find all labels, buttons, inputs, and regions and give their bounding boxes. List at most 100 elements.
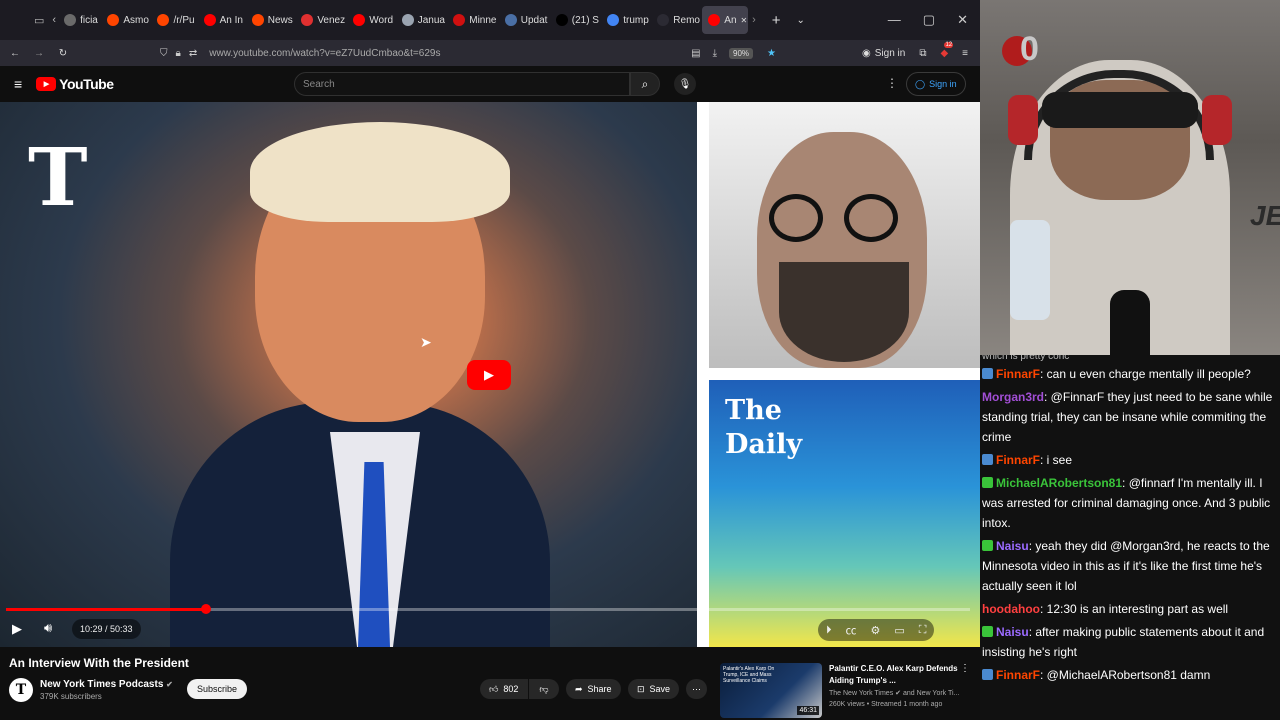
channel-name[interactable]: New York Times Podcasts ✔ <box>40 679 173 690</box>
browser-tab[interactable]: ficia <box>58 6 99 34</box>
forward-icon[interactable]: → <box>30 48 48 59</box>
browser-tab[interactable]: An ✕ <box>702 6 749 34</box>
video-player[interactable]: T The Daily ▶ ➤ ▶ 🔊︎ 10:29 / 50:33 ⏵ ㏄ ⚙… <box>0 102 980 647</box>
settings-gear-icon[interactable]: ⚙ <box>871 624 881 637</box>
app-menu-icon[interactable]: ≡ <box>962 48 968 59</box>
captions-icon[interactable]: ㏄ <box>846 622 857 638</box>
youtube-logo[interactable]: ▶ YouTube <box>36 76 114 92</box>
browser-tab[interactable]: Minne <box>447 6 497 34</box>
chat-message: FinnarF: @MichaelARobertson81 damn <box>980 665 1280 688</box>
save-button[interactable]: ⊡ Save <box>628 679 680 699</box>
chat-username[interactable]: FinnarF <box>996 453 1040 467</box>
chat-username[interactable]: MichaelARobertson81 <box>996 476 1122 490</box>
more-actions-button[interactable]: ⋯ <box>686 679 707 699</box>
voice-search-button[interactable]: 🎙︎ <box>674 73 696 95</box>
progress-scrubber[interactable] <box>200 604 211 614</box>
browser-tab[interactable]: Asmo <box>101 6 149 34</box>
browser-sign-in-button[interactable]: Sign in <box>875 48 906 59</box>
chat-message: FinnarF: i see <box>980 450 1280 473</box>
recommended-stats: 260K views • Streamed 1 month ago <box>829 701 943 708</box>
subscribe-button[interactable]: Subscribe <box>187 679 248 699</box>
progress-bar[interactable] <box>6 604 970 614</box>
chat-message: Morgan3rd: @FinnarF they just need to be… <box>980 387 1280 450</box>
browser-tab[interactable]: Word <box>347 6 393 34</box>
fullscreen-icon[interactable]: ⛶ <box>919 624 927 637</box>
overlay-logo: JE <box>1250 200 1280 231</box>
browser-tab[interactable]: Remo <box>651 6 700 34</box>
search-input[interactable]: Search <box>294 72 630 96</box>
browser-tab[interactable]: trump <box>601 6 649 34</box>
back-icon[interactable]: ← <box>6 48 24 59</box>
browser-tab[interactable]: (21) S <box>550 6 599 34</box>
recommended-title[interactable]: Palantir C.E.O. Alex Karp Defends Aiding… <box>829 663 969 687</box>
close-window-icon[interactable]: ✕ <box>957 12 968 28</box>
search-button[interactable]: ⌕ <box>630 72 660 96</box>
theater-mode-icon[interactable]: ▭ <box>894 624 904 637</box>
save-label: Save <box>649 684 671 694</box>
chat-cut-line: which is pretty conc <box>982 355 1070 362</box>
play-pause-icon[interactable]: ▶ <box>12 621 22 637</box>
browser-tab[interactable]: Janua <box>396 6 446 34</box>
browser-tab[interactable]: /r/Pu <box>151 6 195 34</box>
recommended-thumb-text: Palantir's Alex Karp On Trump, ICE and M… <box>723 666 775 684</box>
share-button[interactable]: ➦ Share <box>566 679 621 699</box>
browser-tab-bar: ▭ ‹ ficia Asmo/r/Pu An In News Venez Word Janu… <box>0 0 980 40</box>
permissions-icon[interactable]: ⇄ <box>189 48 197 59</box>
browser-tab[interactable]: Venez <box>295 6 345 34</box>
shield-icon[interactable]: ⛉ <box>160 48 168 59</box>
address-field[interactable]: www.youtube.com/watch?v=eZ7UudCmbao&t=62… <box>209 48 691 59</box>
tab-scroll-left-icon[interactable]: ‹ <box>52 14 56 26</box>
browser-tab[interactable]: News <box>246 6 294 34</box>
account-icon[interactable]: ◉ <box>862 48 871 59</box>
tab-overview-icon[interactable]: ▭ <box>34 14 44 27</box>
recommended-duration: 46:31 <box>797 706 819 715</box>
the-daily-title: The Daily <box>725 394 802 462</box>
lock-icon[interactable]: 🔒︎ <box>176 48 181 59</box>
extension-badge-icon[interactable]: ◆ 12 <box>940 41 954 59</box>
large-play-button[interactable]: ▶ <box>467 360 511 390</box>
tab-label: ficia <box>80 14 98 26</box>
maximize-icon[interactable]: ▢ <box>923 12 935 28</box>
nyt-logo: T <box>28 130 88 224</box>
tab-list-icon[interactable]: ⌄ <box>797 15 805 26</box>
like-count: 802 <box>503 684 519 694</box>
bookmark-star-icon[interactable]: ★ <box>767 48 776 59</box>
chat-username[interactable]: Naisu <box>996 539 1029 553</box>
close-tab-icon[interactable]: ✕ <box>741 16 748 25</box>
zoom-level-badge[interactable]: 90% <box>729 47 754 59</box>
new-tab-button[interactable]: + <box>772 12 781 29</box>
chat-username[interactable]: Naisu <box>996 625 1029 639</box>
recommended-thumbnail[interactable]: Palantir's Alex Karp On Trump, ICE and M… <box>720 663 822 718</box>
chat-message: FinnarF: can u even charge mentally ill … <box>980 364 1280 387</box>
settings-kebab-icon[interactable]: ⋮ <box>886 76 898 90</box>
browser-tab[interactable]: Updat <box>499 6 548 34</box>
volume-icon[interactable]: 🔊︎ <box>44 620 52 636</box>
recommended-menu-icon[interactable]: ⋮ <box>960 663 970 674</box>
chat-username[interactable]: FinnarF <box>996 367 1040 381</box>
microphone-shape <box>1110 290 1150 355</box>
subscriber-count: 379K subscribers <box>40 692 102 701</box>
tab-label: Asmo <box>123 14 149 26</box>
extensions-icon[interactable]: ⧉ <box>919 48 926 59</box>
youtube-sign-in-button[interactable]: ◯ Sign in <box>906 72 966 96</box>
like-button[interactable]: 👍︎ 802 <box>480 679 528 699</box>
recommended-channel[interactable]: The New York Times <box>829 690 893 697</box>
autoplay-toggle-icon[interactable]: ⏵ <box>826 624 832 637</box>
browser-tab[interactable]: An In <box>198 6 244 34</box>
host-photo <box>709 102 980 368</box>
channel-avatar[interactable]: T <box>9 678 33 702</box>
tab-label: Janua <box>417 14 445 26</box>
chat-username[interactable]: hoodahoo <box>982 602 1040 616</box>
screenshot-icon[interactable]: ⤓ <box>713 48 717 59</box>
reload-icon[interactable]: ↻ <box>54 48 72 59</box>
mouse-cursor-icon: ➤ <box>420 334 432 350</box>
guide-menu-icon[interactable]: ≡ <box>14 76 22 92</box>
microphone-icon: 🎙︎ <box>678 78 692 90</box>
reader-view-icon[interactable]: ▤ <box>691 48 700 59</box>
chat-username[interactable]: FinnarF <box>996 668 1040 682</box>
minimize-icon[interactable]: — <box>888 12 901 28</box>
chat-username[interactable]: Morgan3rd <box>982 390 1044 404</box>
dislike-button[interactable]: 👎︎ <box>529 679 559 699</box>
tab-favicon-icon <box>107 14 120 26</box>
tab-scroll-right-icon[interactable]: › <box>752 14 756 26</box>
